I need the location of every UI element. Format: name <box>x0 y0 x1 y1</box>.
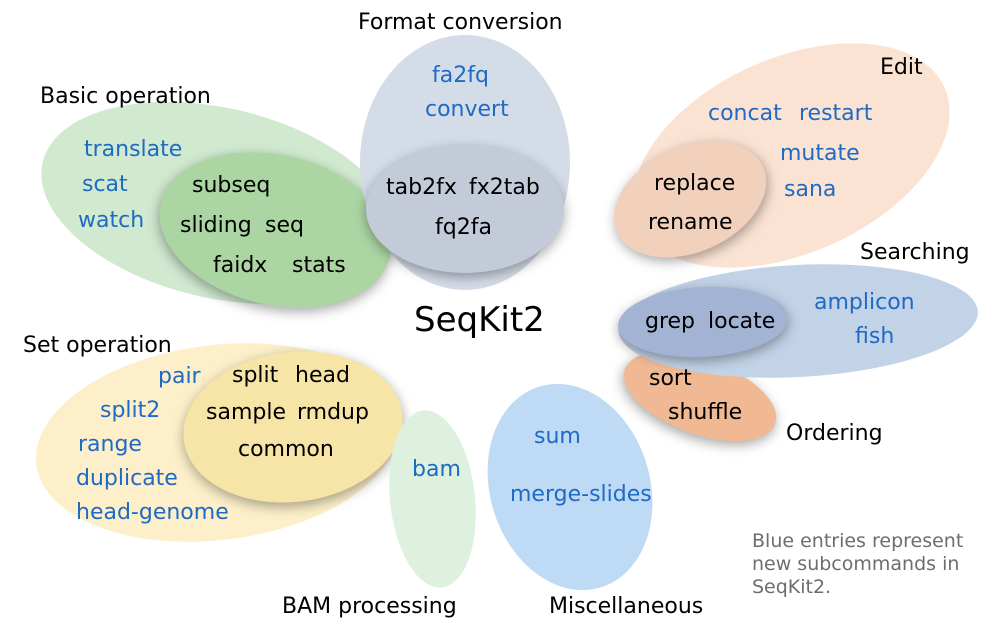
cmd-mutate: mutate <box>780 141 860 166</box>
basic-label: Basic operation <box>40 84 211 109</box>
cmd-bam: bam <box>412 457 461 482</box>
cmd-fish: fish <box>855 324 894 349</box>
cmd-tab2fx: tab2fx <box>386 175 457 200</box>
diagram-root: SeqKit2 Basic operation Set operation Fo… <box>0 0 1000 632</box>
cmd-watch: watch <box>78 208 144 233</box>
caption-line1: Blue entries represent <box>752 530 963 552</box>
cmd-rename: rename <box>648 210 733 235</box>
cmd-translate: translate <box>84 137 182 162</box>
caption-line2: new subcommands in <box>752 553 959 575</box>
cmd-split: split <box>232 363 278 388</box>
center-title: SeqKit2 <box>414 300 545 340</box>
cmd-locate: locate <box>708 309 775 334</box>
format-label: Format conversion <box>358 10 563 35</box>
cmd-scat: scat <box>82 172 128 197</box>
cmd-seq: seq <box>265 213 304 238</box>
cmd-fx2tab: fx2tab <box>469 175 540 200</box>
misc-label: Miscellaneous <box>549 594 703 619</box>
order-label: Ordering <box>786 421 883 446</box>
cmd-shuffle: shuffle <box>668 400 742 425</box>
cmd-amplicon: amplicon <box>814 290 915 315</box>
cmd-convert: convert <box>425 97 509 122</box>
cmd-sliding: sliding <box>180 213 252 238</box>
cmd-faidx: faidx <box>213 253 267 278</box>
cmd-fa2fq: fa2fq <box>432 63 489 88</box>
cmd-sort: sort <box>649 366 692 391</box>
caption-line3: SeqKit2. <box>752 576 831 598</box>
cmd-head: head <box>295 363 350 388</box>
bam-label: BAM processing <box>282 594 457 619</box>
format-inner-ellipse <box>366 145 564 273</box>
cmd-restart: restart <box>799 101 872 126</box>
cmd-head-genome: head-genome <box>76 500 229 525</box>
search-label: Searching <box>860 240 970 265</box>
cmd-range: range <box>78 432 142 457</box>
cmd-sum: sum <box>534 424 581 449</box>
cmd-grep: grep <box>645 309 695 334</box>
cmd-fq2fa: fq2fa <box>435 215 492 240</box>
cmd-pair: pair <box>158 364 201 389</box>
cmd-common: common <box>238 437 334 462</box>
caption: Blue entries represent new subcommands i… <box>752 530 963 598</box>
cmd-rmdup: rmdup <box>297 400 369 425</box>
cmd-merge-slides: merge-slides <box>510 482 652 507</box>
cmd-sample: sample <box>206 400 286 425</box>
cmd-split2: split2 <box>100 398 160 423</box>
cmd-sana: sana <box>784 177 836 202</box>
cmd-concat: concat <box>708 101 782 126</box>
set-label: Set operation <box>23 333 172 358</box>
cmd-stats: stats <box>292 253 346 278</box>
cmd-replace: replace <box>654 171 735 196</box>
cmd-duplicate: duplicate <box>76 466 178 491</box>
cmd-subseq: subseq <box>192 173 270 198</box>
edit-label: Edit <box>880 55 923 80</box>
